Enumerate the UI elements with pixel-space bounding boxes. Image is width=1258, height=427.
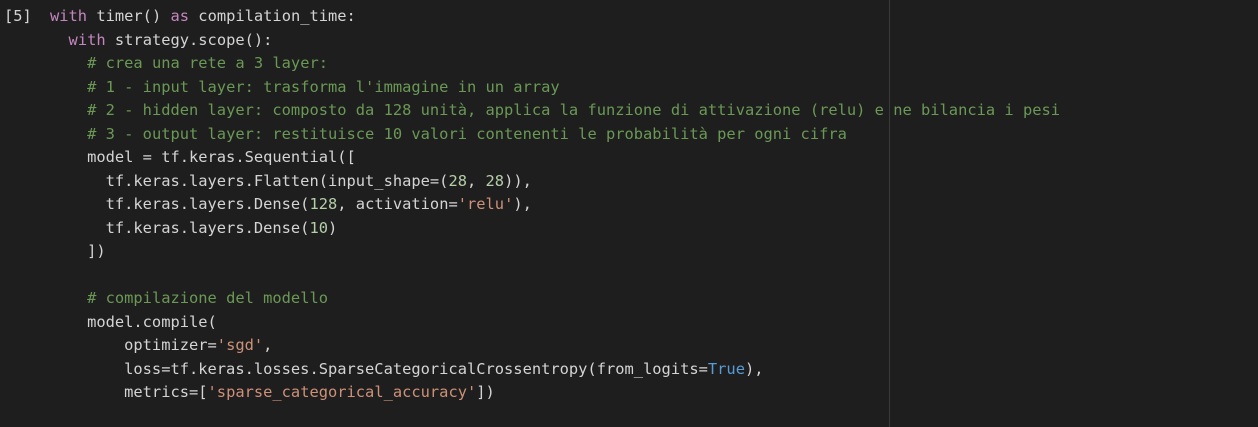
code-token-num: 28 xyxy=(448,171,467,190)
code-token-tx: , xyxy=(466,171,486,190)
code-line: # 3 - output layer: restituisce 10 valor… xyxy=(50,123,1060,147)
code-token-tx: tf.keras.layers.Dense( xyxy=(50,218,310,237)
code-token-num: 128 xyxy=(309,195,338,213)
code-token-kw: with xyxy=(68,30,106,49)
code-token-cm: # 2 - hidden layer: composto da 128 unit… xyxy=(87,101,1061,119)
code-line: # 1 - input layer: trasforma l'immagine … xyxy=(50,76,1060,100)
code-line: # crea una rete a 3 layer: xyxy=(50,52,1060,76)
code-line: optimizer='sgd', xyxy=(50,334,1060,358)
code-token-cm: # crea una rete a 3 layer: xyxy=(87,54,328,72)
code-token-tx: model.compile( xyxy=(50,312,217,331)
code-token-tx: ), xyxy=(513,195,532,213)
line-length-ruler xyxy=(889,0,890,427)
code-line: metrics=['sparse_categorical_accuracy']) xyxy=(50,381,1060,405)
code-line: ]) xyxy=(50,240,1060,264)
code-token-tx xyxy=(50,31,69,49)
code-token-tx: ) xyxy=(328,218,338,237)
code-line: with timer() as compilation_time: xyxy=(50,5,1060,29)
code-token-num: 28 xyxy=(485,171,505,190)
code-token-tx: ]) xyxy=(50,242,106,260)
code-line: model.compile( xyxy=(50,311,1060,335)
code-token-bi: True xyxy=(707,359,745,378)
code-token-tx xyxy=(50,78,87,96)
code-line: # compilazione del modello xyxy=(50,287,1060,311)
code-token-str: 'sparse_categorical_accuracy' xyxy=(207,383,477,401)
code-line: tf.keras.layers.Dense(128, activation='r… xyxy=(50,193,1060,217)
code-token-cm: # 1 - input layer: trasforma l'immagine … xyxy=(87,77,560,96)
code-token-tx: , xyxy=(263,336,273,354)
code-token-tx: compilation_time: xyxy=(189,7,356,25)
code-token-str: 'sgd' xyxy=(216,336,264,354)
code-token-tx: metrics=[ xyxy=(50,383,208,401)
code-token-tx: ]) xyxy=(476,383,495,401)
code-token-tx: loss=tf.keras.losses.SparseCategoricalCr… xyxy=(50,359,708,378)
code-token-tx: model = tf.keras.Sequential([ xyxy=(50,148,356,166)
code-token-tx xyxy=(50,101,87,119)
code-line: tf.keras.layers.Flatten(input_shape=(28,… xyxy=(50,170,1060,194)
code-cell[interactable]: [5] with timer() as compilation_time: wi… xyxy=(0,0,1258,427)
code-token-tx xyxy=(50,289,87,307)
code-token-tx: optimizer= xyxy=(50,336,217,354)
code-token-cm: # compilazione del modello xyxy=(87,289,328,307)
code-token-num: 10 xyxy=(309,218,328,237)
code-line: tf.keras.layers.Dense(10) xyxy=(50,217,1060,241)
code-token-kw: with xyxy=(50,7,88,25)
code-token-cm: # 3 - output layer: restituisce 10 valor… xyxy=(87,124,847,143)
execution-count-prompt: [5] xyxy=(4,7,32,25)
code-editor[interactable]: with timer() as compilation_time: with s… xyxy=(50,5,1060,405)
code-token-tx: )), xyxy=(504,171,532,190)
code-token-tx: , activation= xyxy=(337,195,458,213)
code-token-kw: as xyxy=(170,7,190,25)
code-token-tx xyxy=(50,54,87,72)
code-token-tx: tf.keras.layers.Dense( xyxy=(50,195,310,213)
code-line: with strategy.scope(): xyxy=(50,29,1060,53)
code-token-tx: tf.keras.layers.Flatten(input_shape=( xyxy=(50,171,449,190)
code-token-tx: ), xyxy=(744,359,764,378)
code-line: # 2 - hidden layer: composto da 128 unit… xyxy=(50,99,1060,123)
code-line: loss=tf.keras.losses.SparseCategoricalCr… xyxy=(50,358,1060,382)
code-token-tx: timer() xyxy=(87,7,171,25)
code-line: model = tf.keras.Sequential([ xyxy=(50,146,1060,170)
code-token-str: 'relu' xyxy=(457,195,514,213)
code-token-tx xyxy=(50,125,87,143)
code-token-tx: strategy.scope(): xyxy=(105,30,273,49)
